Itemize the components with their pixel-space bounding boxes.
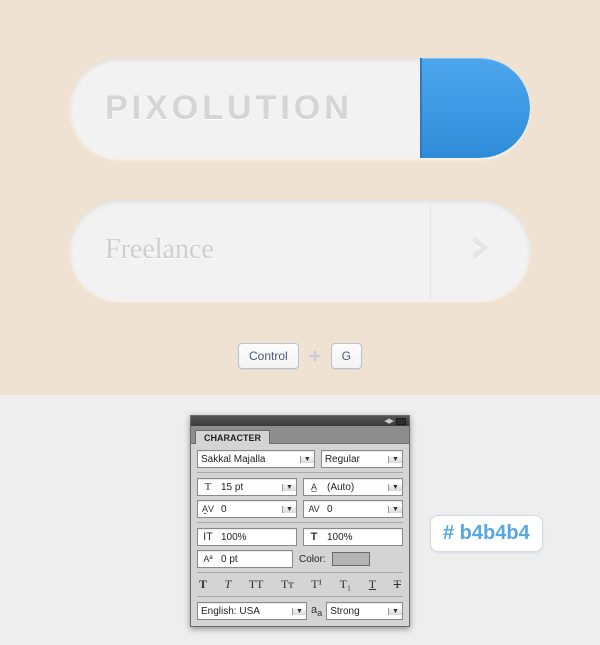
collapse-arrows-icon[interactable]: ◀▶ (384, 417, 393, 425)
pill-label-pixolution: PIXOLUTION (105, 89, 353, 128)
font-family-field[interactable]: Sakkal Majalla ▼ (197, 450, 315, 468)
color-label: Color: (299, 554, 326, 565)
arrow-endcap (430, 200, 530, 300)
antialias-field[interactable]: Strong ▼ (326, 602, 403, 620)
dropdown-arrow-icon[interactable]: ▼ (282, 506, 296, 513)
tab-character[interactable]: CHARACTER (195, 430, 270, 444)
style-underline-icon[interactable]: T (369, 577, 376, 592)
leading-icon: A̲ (304, 482, 324, 492)
pill-button-freelance[interactable]: Freelance (70, 200, 530, 300)
kerning-field[interactable]: A̬V 0 ▼ (197, 500, 297, 518)
language-field[interactable]: English: USA ▼ (197, 602, 307, 620)
horizontal-scale-field[interactable]: T 100% (303, 528, 403, 546)
style-italic-icon[interactable]: T (225, 577, 232, 592)
panel-tab-row: CHARACTER (191, 426, 409, 444)
style-smallcaps-icon[interactable]: Tᴛ (281, 577, 294, 592)
hex-color-callout: # b4b4b4 (430, 515, 543, 552)
dropdown-arrow-icon[interactable]: ▼ (292, 608, 306, 615)
font-size-field[interactable]: T 15 pt ▼ (197, 478, 297, 496)
blue-endcap (420, 58, 530, 158)
tracking-icon: AV (304, 504, 324, 514)
pill-button-pixolution[interactable]: PIXOLUTION (70, 58, 530, 158)
kerning-icon: A̬V (198, 504, 218, 514)
dropdown-arrow-icon[interactable]: ▼ (388, 506, 402, 513)
key-g: G (331, 343, 362, 369)
horizontal-scale-icon: T (304, 531, 324, 543)
panel-menu-icon[interactable] (396, 418, 406, 425)
font-size-icon: T (198, 481, 218, 493)
keyboard-shortcut: Control G (0, 343, 600, 369)
style-bold-icon[interactable]: T (199, 577, 207, 592)
key-control: Control (238, 343, 299, 369)
antialias-icon: aa (311, 604, 322, 618)
dropdown-arrow-icon[interactable]: ▼ (300, 456, 314, 463)
dropdown-arrow-icon[interactable]: ▼ (388, 484, 402, 491)
panel-body: Sakkal Majalla ▼ Regular ▼ T 15 pt ▼ A̲ … (191, 444, 409, 626)
panel-titlebar[interactable]: ◀▶ (191, 416, 409, 426)
baseline-shift-icon: Aª (198, 554, 218, 564)
type-style-row: T T TT Tᴛ T¹ T₁ T T (197, 572, 403, 597)
style-subscript-icon[interactable]: T₁ (340, 577, 352, 592)
dropdown-arrow-icon[interactable]: ▼ (388, 608, 402, 615)
plus-icon (307, 348, 323, 364)
tracking-field[interactable]: AV 0 ▼ (303, 500, 403, 518)
color-swatch[interactable] (332, 552, 370, 566)
style-allcaps-icon[interactable]: TT (249, 577, 264, 592)
panel-area: ◀▶ CHARACTER Sakkal Majalla ▼ Regular ▼ … (0, 395, 600, 645)
leading-field[interactable]: A̲ (Auto) ▼ (303, 478, 403, 496)
style-superscript-icon[interactable]: T¹ (311, 577, 322, 592)
dropdown-arrow-icon[interactable]: ▼ (282, 484, 296, 491)
pill-label-freelance: Freelance (105, 234, 214, 266)
vertical-scale-field[interactable]: IT 100% (197, 528, 297, 546)
dropdown-arrow-icon[interactable]: ▼ (388, 456, 402, 463)
style-strikethrough-icon[interactable]: T (394, 577, 401, 592)
vertical-scale-icon: IT (198, 531, 218, 543)
character-panel[interactable]: ◀▶ CHARACTER Sakkal Majalla ▼ Regular ▼ … (190, 415, 410, 627)
chevron-right-icon (466, 233, 496, 268)
font-style-field[interactable]: Regular ▼ (321, 450, 403, 468)
baseline-shift-field[interactable]: Aª 0 pt (197, 550, 293, 568)
design-preview-area: PIXOLUTION Freelance Control G (0, 0, 600, 395)
